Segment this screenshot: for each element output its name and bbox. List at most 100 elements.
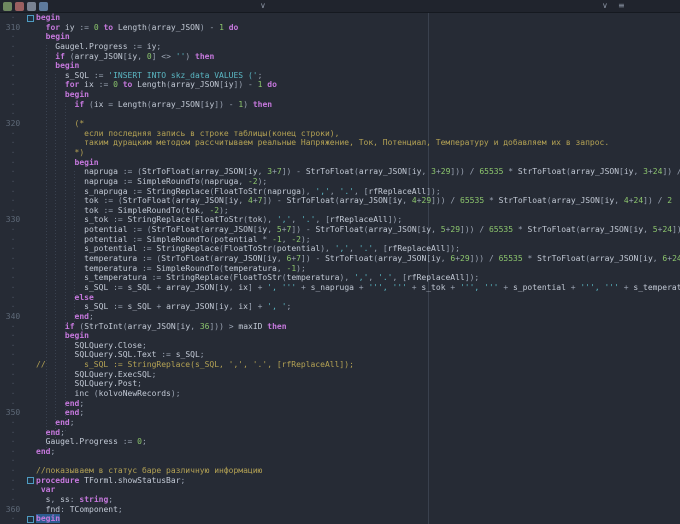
code-line[interactable]: · <box>0 109 680 119</box>
line-number-dot[interactable]: · <box>0 177 26 187</box>
line-number-dot[interactable]: · <box>0 283 26 293</box>
line-number-dot[interactable]: · <box>0 466 26 476</box>
code-line[interactable]: · SQLQuery.Post; <box>0 379 680 389</box>
line-number-dot[interactable]: · <box>0 138 26 148</box>
code-line[interactable]: · begin <box>0 514 680 524</box>
code-line[interactable]: · // s_SQL := StringReplace(s_SQL, ',', '… <box>0 360 680 370</box>
code-line[interactable]: 350 end; <box>0 408 680 418</box>
line-number-dot[interactable]: · <box>0 80 26 90</box>
code-line[interactable]: · SQLQuery.ExecSQL; <box>0 370 680 380</box>
nav-icon-1[interactable] <box>3 2 12 11</box>
line-number-dot[interactable]: · <box>0 428 26 438</box>
line-number-dot[interactable]: · <box>0 90 26 100</box>
line-number-dot[interactable]: · <box>0 399 26 409</box>
code-line[interactable]: · tok := SimpleRoundTo(tok, -2); <box>0 206 680 216</box>
code-line[interactable]: · SQLQuery.Close; <box>0 341 680 351</box>
line-number-dot[interactable]: · <box>0 322 26 332</box>
code-line[interactable]: · var <box>0 485 680 495</box>
line-number[interactable]: 330 <box>0 215 26 225</box>
code-line[interactable]: · if (array_JSON[iy, 0] <> '') then <box>0 52 680 62</box>
line-number-dot[interactable]: · <box>0 437 26 447</box>
line-number-dot[interactable]: · <box>0 456 26 466</box>
code-line[interactable]: · begin <box>0 32 680 42</box>
code-line[interactable]: · s_temperatura := StringReplace(FloatTo… <box>0 273 680 283</box>
code-line[interactable]: 320 (* <box>0 119 680 129</box>
line-number-dot[interactable]: · <box>0 187 26 197</box>
line-number-dot[interactable]: · <box>0 196 26 206</box>
code-line[interactable]: 360 fnd: TComponent; <box>0 505 680 515</box>
line-number-dot[interactable]: · <box>0 360 26 370</box>
code-line[interactable]: · if (StrToInt(array_JSON[iy, 36])) > ma… <box>0 322 680 332</box>
line-number-dot[interactable]: · <box>0 225 26 235</box>
code-line[interactable]: · end; <box>0 418 680 428</box>
code-line[interactable]: · //показываем в статус баре различную ин… <box>0 466 680 476</box>
line-number-dot[interactable]: · <box>0 32 26 42</box>
line-number[interactable]: 360 <box>0 505 26 515</box>
code-line[interactable]: · end; <box>0 428 680 438</box>
line-number-dot[interactable]: · <box>0 167 26 177</box>
fold-marker-icon[interactable] <box>27 14 34 22</box>
code-line[interactable]: · s_SQL := 'INSERT INTO skz_data VALUES … <box>0 71 680 81</box>
line-number[interactable]: 320 <box>0 119 26 129</box>
code-line[interactable]: · если последняя запись в строке таблицы… <box>0 129 680 139</box>
line-number-dot[interactable]: · <box>0 485 26 495</box>
line-number-dot[interactable]: · <box>0 148 26 158</box>
line-number-dot[interactable]: · <box>0 418 26 428</box>
code-line[interactable]: · <box>0 456 680 466</box>
line-number-dot[interactable]: · <box>0 13 26 23</box>
line-number-dot[interactable]: · <box>0 302 26 312</box>
code-line[interactable]: · begin <box>0 158 680 168</box>
code-line[interactable]: · s_SQL := s_SQL + array_JSON[iy, ix] + … <box>0 283 680 293</box>
line-number-dot[interactable]: · <box>0 254 26 264</box>
line-number-dot[interactable]: · <box>0 244 26 254</box>
code-editor[interactable]: · begin 310 for iy := 0 to Length(array_JS… <box>0 13 680 524</box>
code-line[interactable]: · begin <box>0 331 680 341</box>
code-line[interactable]: · begin <box>0 61 680 71</box>
code-line[interactable]: · SQLQuery.SQL.Text := s_SQL; <box>0 350 680 360</box>
line-number-dot[interactable]: · <box>0 379 26 389</box>
code-line[interactable]: 310 for iy := 0 to Length(array_JSON) - … <box>0 23 680 33</box>
code-line[interactable]: · potential := SimpleRoundTo(potential *… <box>0 235 680 245</box>
line-number[interactable]: 340 <box>0 312 26 322</box>
code-line[interactable]: · napruga := SimpleRoundTo(napruga, -2); <box>0 177 680 187</box>
line-number-dot[interactable]: · <box>0 100 26 110</box>
fold-marker-icon[interactable] <box>27 515 34 523</box>
code-line[interactable]: · tok := (StrToFloat(array_JSON[iy, 4+7]… <box>0 196 680 206</box>
line-number-dot[interactable]: · <box>0 447 26 457</box>
line-number-dot[interactable]: · <box>0 370 26 380</box>
line-number-dot[interactable]: · <box>0 264 26 274</box>
code-line[interactable]: · if (ix = Length(array_JSON[iy]) - 1) t… <box>0 100 680 110</box>
code-line[interactable]: · s, ss: string; <box>0 495 680 505</box>
line-number[interactable]: 350 <box>0 408 26 418</box>
line-number-dot[interactable]: · <box>0 129 26 139</box>
code-line[interactable]: · Gaugel.Progress := iy; <box>0 42 680 52</box>
code-line[interactable]: 330 s_tok := StringReplace(FloatToStr(to… <box>0 215 680 225</box>
code-line[interactable]: · end; <box>0 447 680 457</box>
line-number-dot[interactable]: · <box>0 331 26 341</box>
nav-icon-3[interactable] <box>27 2 36 11</box>
code-line[interactable]: · Gaugel.Progress := 0; <box>0 437 680 447</box>
nav-icon-4[interactable] <box>39 2 48 11</box>
code-line[interactable]: · inc (kolvoNewRecords); <box>0 389 680 399</box>
chevron-down-icon[interactable]: ∨ <box>260 0 266 13</box>
line-number-dot[interactable]: · <box>0 235 26 245</box>
code-line[interactable]: · else <box>0 293 680 303</box>
line-number-dot[interactable]: · <box>0 109 26 119</box>
fold-marker-icon[interactable] <box>27 477 34 485</box>
code-line[interactable]: · s_SQL := s_SQL + array_JSON[iy, ix] + … <box>0 302 680 312</box>
code-line[interactable]: · таким дурацким методом рассчитываем ре… <box>0 138 680 148</box>
code-line[interactable]: · for ix := 0 to Length(array_JSON[iy]) … <box>0 80 680 90</box>
code-line[interactable]: · temperatura := (StrToFloat(array_JSON[… <box>0 254 680 264</box>
line-number-dot[interactable]: · <box>0 293 26 303</box>
chevron-down-icon[interactable]: ∨ <box>602 0 608 13</box>
code-line[interactable]: · napruga := (StrToFloat(array_JSON[iy, … <box>0 167 680 177</box>
line-number-dot[interactable]: · <box>0 341 26 351</box>
line-number-dot[interactable]: · <box>0 350 26 360</box>
line-number-dot[interactable]: · <box>0 71 26 81</box>
code-line[interactable]: 340 end; <box>0 312 680 322</box>
code-line[interactable]: · temperatura := SimpleRoundTo(temperatu… <box>0 264 680 274</box>
line-number-dot[interactable]: · <box>0 273 26 283</box>
line-number-dot[interactable]: · <box>0 42 26 52</box>
code-line[interactable]: · s_potential := StringReplace(FloatToSt… <box>0 244 680 254</box>
code-line[interactable]: · *) <box>0 148 680 158</box>
